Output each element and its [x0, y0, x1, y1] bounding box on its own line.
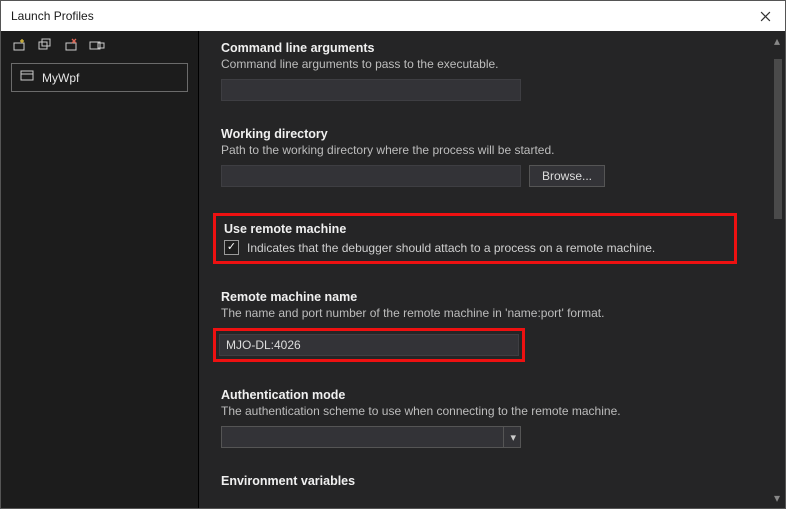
profile-label: MyWpf — [42, 71, 79, 85]
chevron-down-icon: ▾ — [503, 427, 516, 447]
workdir-desc: Path to the working directory where the … — [221, 143, 747, 157]
profile-list: MyWpf — [1, 59, 198, 96]
close-button[interactable] — [745, 2, 785, 30]
cli-args-title: Command line arguments — [221, 41, 747, 55]
checkmark-icon: ✓ — [227, 242, 236, 253]
sidebar-toolbar — [1, 31, 198, 59]
main-panel: Command line arguments Command line argu… — [199, 31, 785, 508]
remote-title: Use remote machine — [224, 222, 726, 236]
section-cli-args: Command line arguments Command line argu… — [221, 41, 747, 101]
profile-item-mywpf[interactable]: MyWpf — [11, 63, 188, 92]
env-title: Environment variables — [221, 474, 747, 488]
cli-args-input[interactable] — [221, 79, 521, 101]
section-env-vars: Environment variables — [221, 474, 747, 488]
project-icon — [20, 69, 34, 86]
auth-desc: The authentication scheme to use when co… — [221, 404, 747, 418]
dialog-body: MyWpf Command line arguments Command lin… — [1, 31, 785, 508]
window-title: Launch Profiles — [11, 9, 94, 23]
scroll-up-arrow-icon[interactable]: ▴ — [769, 33, 785, 49]
launch-profiles-dialog: Launch Profiles — [0, 0, 786, 509]
section-remote-machine-name: Remote machine name The name and port nu… — [221, 290, 747, 362]
close-icon — [760, 11, 771, 22]
settings-scroll-area: Command line arguments Command line argu… — [199, 31, 769, 508]
section-working-directory: Working directory Path to the working di… — [221, 127, 747, 187]
scrollbar-thumb[interactable] — [774, 59, 782, 219]
remote-name-input[interactable] — [219, 334, 519, 356]
remote-checkbox-label: Indicates that the debugger should attac… — [247, 241, 655, 255]
rename-profile-icon[interactable] — [89, 37, 105, 53]
duplicate-profile-icon[interactable] — [37, 37, 53, 53]
auth-mode-dropdown[interactable]: ▾ — [221, 426, 521, 448]
section-use-remote-machine: Use remote machine ✓ Indicates that the … — [213, 213, 737, 264]
remote-name-desc: The name and port number of the remote m… — [221, 306, 747, 320]
remote-name-title: Remote machine name — [221, 290, 747, 304]
sidebar: MyWpf — [1, 31, 199, 508]
cli-args-desc: Command line arguments to pass to the ex… — [221, 57, 747, 71]
workdir-title: Working directory — [221, 127, 747, 141]
auth-title: Authentication mode — [221, 388, 747, 402]
delete-profile-icon[interactable] — [63, 37, 79, 53]
vertical-scrollbar[interactable]: ▴ ▾ — [769, 31, 785, 508]
new-profile-icon[interactable] — [11, 37, 27, 53]
browse-button[interactable]: Browse... — [529, 165, 605, 187]
workdir-input[interactable] — [221, 165, 521, 187]
section-authentication-mode: Authentication mode The authentication s… — [221, 388, 747, 448]
scroll-down-arrow-icon[interactable]: ▾ — [769, 490, 785, 506]
remote-checkbox[interactable]: ✓ — [224, 240, 239, 255]
titlebar: Launch Profiles — [1, 1, 785, 31]
